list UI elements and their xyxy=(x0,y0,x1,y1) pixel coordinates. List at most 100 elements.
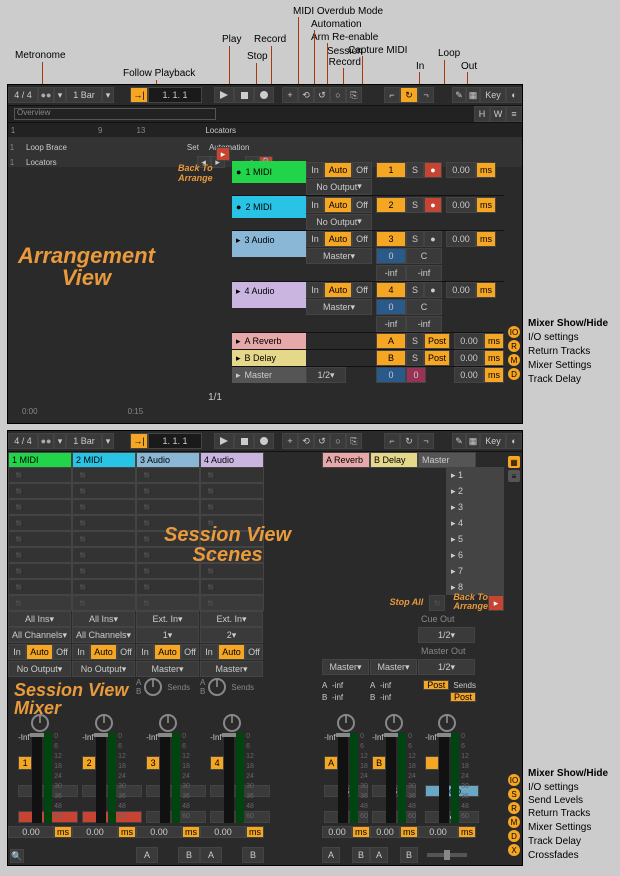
scene-launch[interactable]: ▸ 1 xyxy=(446,467,504,483)
io-toggle[interactable]: IO xyxy=(508,326,520,338)
track-activator[interactable]: 2 xyxy=(376,197,406,213)
crossfader[interactable] xyxy=(427,853,467,857)
track-header-1[interactable]: ● 1 MIDI xyxy=(232,161,306,183)
monitor-off[interactable]: Off xyxy=(352,197,372,213)
track-activator[interactable]: A xyxy=(324,756,338,770)
scene-launch[interactable]: ▸ 5 xyxy=(446,531,504,547)
arm-button[interactable]: ● xyxy=(424,282,442,298)
scene-launch[interactable]: ▸ 7 xyxy=(446,563,504,579)
stop-button[interactable] xyxy=(234,433,254,449)
solo-button[interactable]: S xyxy=(406,282,424,298)
midi-map-button[interactable]: ◐ xyxy=(506,433,522,449)
back-to-arrange-button-2[interactable]: ▸ xyxy=(488,595,504,611)
return-out[interactable]: Master ▾ xyxy=(322,659,369,675)
delay-toggle[interactable]: D xyxy=(508,368,520,380)
session-master[interactable]: Master xyxy=(418,452,476,468)
mon-off[interactable]: Off xyxy=(53,644,71,660)
delay-ms[interactable]: ms xyxy=(118,826,136,838)
metronome-dropdown[interactable]: ▾ xyxy=(54,433,66,449)
clip-slot[interactable]: ◾ xyxy=(136,579,200,595)
clip-slot[interactable]: ◾ xyxy=(72,531,136,547)
output-selector[interactable]: Master ▾ xyxy=(306,248,372,264)
post-a[interactable]: Post xyxy=(423,680,449,690)
io-in-type[interactable]: Ext. In ▾ xyxy=(200,611,263,627)
arm-button[interactable]: ● xyxy=(424,231,442,247)
delay-ms[interactable]: ms xyxy=(476,231,496,247)
clip-slot[interactable]: ◾ xyxy=(200,483,264,499)
overview-bar[interactable]: Overview xyxy=(14,108,216,120)
metronome-dropdown[interactable]: ▾ xyxy=(54,87,66,103)
send-knob-icon[interactable] xyxy=(143,677,163,697)
io-in-type[interactable]: All Ins ▾ xyxy=(72,611,135,627)
session-return-a[interactable]: A Reverb xyxy=(322,452,370,468)
quantize-dropdown[interactable]: ▾ xyxy=(102,87,114,103)
sends-toggle[interactable]: S xyxy=(508,788,520,800)
quantize[interactable]: 1 Bar xyxy=(66,433,102,449)
track-activator[interactable]: 4 xyxy=(210,756,224,770)
track-activator[interactable]: 1 xyxy=(18,756,32,770)
pan-knob-icon[interactable] xyxy=(222,713,242,733)
session-view-icon[interactable]: ▦ xyxy=(508,456,520,468)
master-out-selector[interactable]: 1/2 ▾ xyxy=(418,659,475,675)
return-a-post[interactable]: Post xyxy=(424,333,450,349)
stop-button[interactable] xyxy=(234,87,254,103)
io-in-chan[interactable]: 2 ▾ xyxy=(200,627,263,643)
mon-auto[interactable]: Auto xyxy=(26,644,53,660)
time-sig[interactable]: 4 / 4 xyxy=(8,87,38,103)
clip-slot[interactable]: ◾ xyxy=(8,467,72,483)
io-in-type[interactable]: Ext. In ▾ xyxy=(136,611,199,627)
delay-ms[interactable]: ms xyxy=(458,826,476,838)
output-selector[interactable]: No Output ▾ xyxy=(306,214,372,230)
stop-all-button[interactable]: ◾ xyxy=(429,595,445,611)
mon-in[interactable]: In xyxy=(8,644,26,660)
play-button[interactable] xyxy=(214,433,234,449)
capture-midi-button[interactable]: ⎘ xyxy=(346,87,362,103)
clip-slot[interactable]: ◾ xyxy=(136,563,200,579)
track-delay[interactable]: 0.00 xyxy=(446,282,476,298)
pan-knob-icon[interactable] xyxy=(30,713,50,733)
key-button[interactable]: Key xyxy=(480,433,506,449)
mon-auto[interactable]: Auto xyxy=(90,644,117,660)
monitor-auto[interactable]: Auto xyxy=(324,231,352,247)
pan-knob-icon[interactable] xyxy=(437,713,457,733)
return-a-activator[interactable]: A xyxy=(376,333,406,349)
xfade-a[interactable]: A xyxy=(136,847,158,863)
back-to-arrange-button[interactable]: ▸ xyxy=(216,147,230,161)
crossfade-toggle[interactable]: X xyxy=(508,844,520,856)
reenable-automation-button[interactable]: ↺ xyxy=(314,433,330,449)
monitor-off[interactable]: Off xyxy=(352,162,372,178)
delay-ms[interactable]: ms xyxy=(476,162,496,178)
fader[interactable] xyxy=(96,733,106,823)
midi-overdub-button[interactable]: + xyxy=(282,87,298,103)
track-header-4[interactable]: ▸ 4 Audio xyxy=(232,282,306,308)
follow-playback-button[interactable]: →| xyxy=(130,87,148,103)
xfade-b[interactable]: B xyxy=(178,847,200,863)
xfade-a[interactable]: A xyxy=(370,847,388,863)
fader[interactable] xyxy=(32,733,42,823)
io-out[interactable]: No Output ▾ xyxy=(8,661,71,677)
master-delay[interactable]: 0.00 xyxy=(454,367,484,383)
monitor-off[interactable]: Off xyxy=(352,282,372,298)
track-header-2[interactable]: ● 2 MIDI xyxy=(232,196,306,218)
clip-slot[interactable]: ◾ xyxy=(8,531,72,547)
midi-edit-button[interactable]: ▦ xyxy=(466,433,480,449)
returns-toggle[interactable]: R xyxy=(508,340,520,352)
returns-toggle[interactable]: R xyxy=(508,802,520,814)
fader[interactable] xyxy=(439,733,449,823)
session-record-button[interactable]: ○ xyxy=(330,87,346,103)
track-activator[interactable]: 2 xyxy=(82,756,96,770)
mon-in[interactable]: In xyxy=(200,644,218,660)
clip-slot[interactable]: ◾ xyxy=(200,499,264,515)
draw-mode-button[interactable]: ✎ xyxy=(452,87,466,103)
clip-slot[interactable]: ◾ xyxy=(8,499,72,515)
clip-slot[interactable]: ◾ xyxy=(72,547,136,563)
track-delay[interactable]: 0.00 xyxy=(418,826,458,838)
track-delay[interactable]: 0.00 xyxy=(322,826,352,838)
clip-slot[interactable]: ◾ xyxy=(72,483,136,499)
clip-slot[interactable]: ◾ xyxy=(200,579,264,595)
clip-stop-3[interactable]: ◾ xyxy=(136,595,200,611)
clip-stop-4[interactable]: ◾ xyxy=(200,595,264,611)
session-return-b[interactable]: B Delay xyxy=(370,452,418,468)
scene-launch[interactable]: ▸ 2 xyxy=(446,483,504,499)
track-delay[interactable]: 0.00 xyxy=(446,197,476,213)
